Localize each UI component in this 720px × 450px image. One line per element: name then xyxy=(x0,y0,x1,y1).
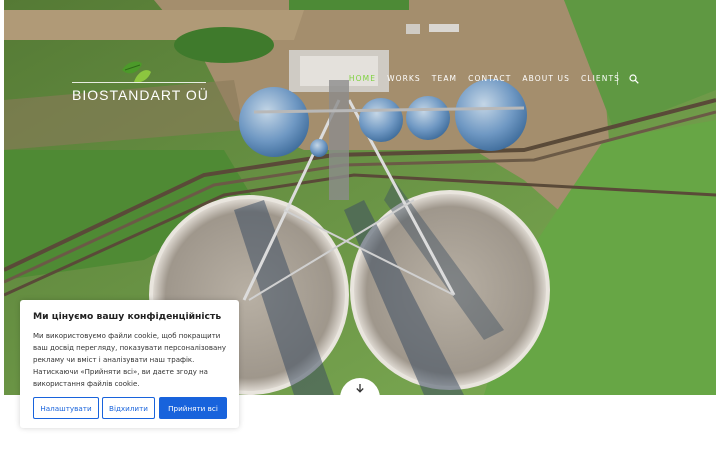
main-nav: HOME WORKS TEAM CONTACT ABOUT US CLIENTS xyxy=(349,74,620,83)
cookie-text-line: використання файлів cookie. xyxy=(33,380,140,388)
cookie-title: Ми цінуємо вашу конфіденційність xyxy=(33,311,222,322)
logo-divider xyxy=(72,82,206,83)
nav-team[interactable]: TEAM xyxy=(432,74,457,83)
cookie-text-line: Натискаючи «Прийняти всі», ви даєте згод… xyxy=(33,368,208,376)
customize-button[interactable]: Налаштувати xyxy=(33,397,99,419)
brand-name: BIOSTANDART OÜ xyxy=(72,87,209,103)
nav-divider xyxy=(617,72,618,85)
cookie-description: Ми використовуємо файли cookie, щоб покр… xyxy=(33,330,233,390)
nav-works[interactable]: WORKS xyxy=(387,74,421,83)
cookie-text-line: ваш досвід перегляду, показувати персона… xyxy=(33,344,226,352)
nav-about-us[interactable]: ABOUT US xyxy=(522,74,570,83)
nav-home[interactable]: HOME xyxy=(349,74,376,83)
accept-all-button[interactable]: Прийняти всі xyxy=(159,397,227,419)
reject-button[interactable]: Відхилити xyxy=(102,397,155,419)
cookie-text-line: рекламу чи вміст і аналізувати наш трафі… xyxy=(33,356,195,364)
nav-contact[interactable]: CONTACT xyxy=(468,74,511,83)
search-icon[interactable] xyxy=(629,74,639,84)
brand-logo[interactable]: BIOSTANDART OÜ xyxy=(72,60,212,108)
cookie-consent-panel: Ми цінуємо вашу конфіденційність Ми вико… xyxy=(20,300,239,428)
cookie-text-line: Ми використовуємо файли cookie, щоб покр… xyxy=(33,332,221,340)
arrow-down-icon[interactable] xyxy=(355,383,365,393)
nav-clients[interactable]: CLIENTS xyxy=(581,74,620,83)
